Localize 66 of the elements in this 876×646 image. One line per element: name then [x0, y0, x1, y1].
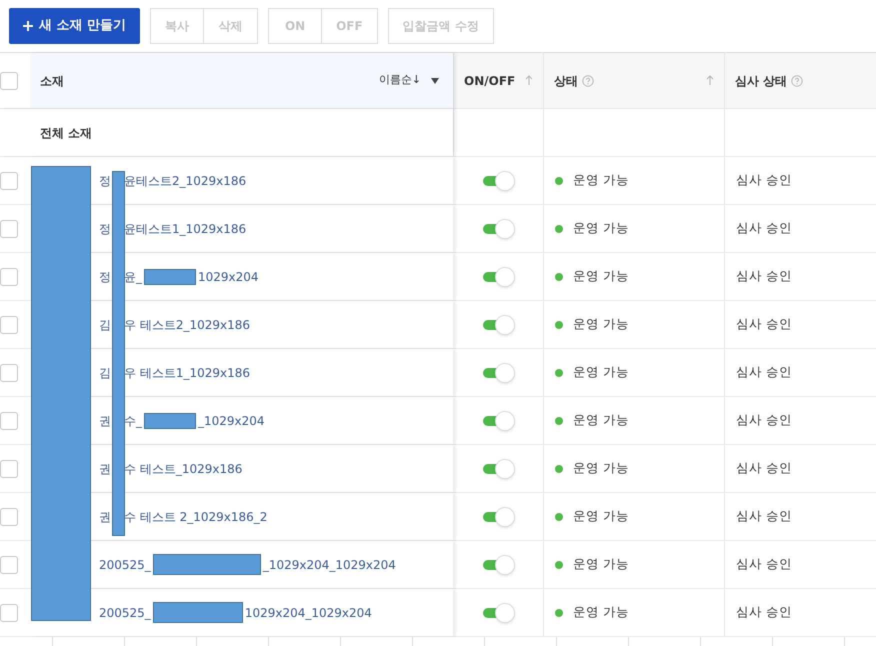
caret-icon[interactable] — [431, 78, 439, 84]
checkbox[interactable] — [0, 460, 18, 478]
checkbox[interactable] — [0, 364, 18, 382]
help-icon[interactable] — [582, 74, 594, 86]
column-header[interactable]: ON/OFF — [464, 72, 516, 90]
review-status: 심사 승인 — [736, 555, 792, 574]
checkbox[interactable] — [0, 412, 18, 430]
status-text: 운영 가능 — [573, 459, 629, 478]
checkbox[interactable] — [0, 316, 18, 334]
redaction-bar — [144, 268, 196, 284]
status-text: 운영 가능 — [573, 507, 629, 526]
creative-name-link[interactable]: 정 윤_ 1029x204 — [99, 268, 259, 286]
checkbox[interactable] — [0, 268, 18, 286]
review-status: 심사 승인 — [736, 603, 792, 622]
review-status: 심사 승인 — [736, 459, 792, 478]
review-status: 심사 승인 — [736, 315, 792, 334]
status-text: 운영 가능 — [573, 219, 629, 238]
creative-name-link[interactable]: 200525_ 1029x204_1029x204 — [99, 602, 372, 623]
creative-name-link[interactable]: 200525_ _1029x204_1029x204 — [99, 554, 396, 575]
creative-name-link[interactable]: 권 수 테스트_1029x186 — [99, 460, 242, 478]
checkbox[interactable] — [0, 556, 18, 574]
review-status: 심사 승인 — [736, 507, 792, 526]
help-icon[interactable] — [791, 74, 804, 86]
review-status: 심사 승인 — [736, 171, 792, 190]
column-header[interactable]: 상태 — [554, 72, 578, 90]
column-header[interactable]: 심사 상태 — [735, 72, 788, 90]
sort-arrow-icon[interactable] — [706, 75, 714, 86]
checkbox[interactable] — [0, 220, 18, 238]
review-status: 심사 승인 — [736, 363, 792, 382]
status-text: 운영 가능 — [573, 363, 629, 382]
redaction-bar — [144, 412, 196, 428]
toggle-switch[interactable] — [481, 602, 515, 622]
creative-name-link[interactable]: 정 윤테스트1_1029x186 — [99, 220, 246, 238]
creative-name-link[interactable]: 권 수_ _1029x204 — [99, 412, 265, 430]
status-text: 운영 가능 — [573, 411, 629, 430]
status-text: 운영 가능 — [573, 315, 629, 334]
status-text: 운영 가능 — [573, 267, 629, 286]
toggle-switch[interactable] — [481, 554, 515, 574]
checkbox[interactable] — [0, 604, 18, 622]
review-status: 심사 승인 — [736, 267, 792, 286]
checkbox[interactable] — [0, 72, 18, 90]
status-text: 운영 가능 — [573, 171, 629, 190]
status-text: 운영 가능 — [573, 603, 629, 622]
sort-arrow-icon[interactable] — [525, 75, 533, 86]
column-header[interactable]: 소재 — [40, 72, 64, 90]
toggle-switch[interactable] — [481, 170, 515, 190]
plus-icon — [23, 21, 33, 31]
toggle-switch[interactable] — [481, 218, 515, 238]
sort-label[interactable]: 이름순↓ — [378, 72, 421, 89]
checkbox[interactable] — [0, 172, 18, 190]
toggle-switch[interactable] — [481, 266, 515, 286]
creative-name-link[interactable]: 정 윤테스트2_1029x186 — [99, 172, 246, 190]
group-label: 전체 소재 — [40, 124, 92, 142]
review-status: 심사 승인 — [736, 411, 792, 430]
creative-name-link[interactable]: 권 수 테스트 2_1029x186_2 — [99, 508, 268, 526]
toggle-switch[interactable] — [481, 506, 515, 526]
creative-name-link[interactable]: 김 우 테스트2_1029x186 — [99, 316, 250, 334]
toggle-switch[interactable] — [481, 458, 515, 478]
checkbox[interactable] — [0, 508, 18, 526]
review-status: 심사 승인 — [736, 219, 792, 238]
toggle-switch[interactable] — [481, 362, 515, 382]
status-text: 운영 가능 — [573, 555, 629, 574]
creative-name-link[interactable]: 김 우 테스트1_1029x186 — [99, 364, 250, 382]
create-button[interactable]: 새 소재 만들기 — [9, 8, 140, 44]
toggle-switch[interactable] — [481, 410, 515, 430]
toggle-switch[interactable] — [481, 314, 515, 334]
